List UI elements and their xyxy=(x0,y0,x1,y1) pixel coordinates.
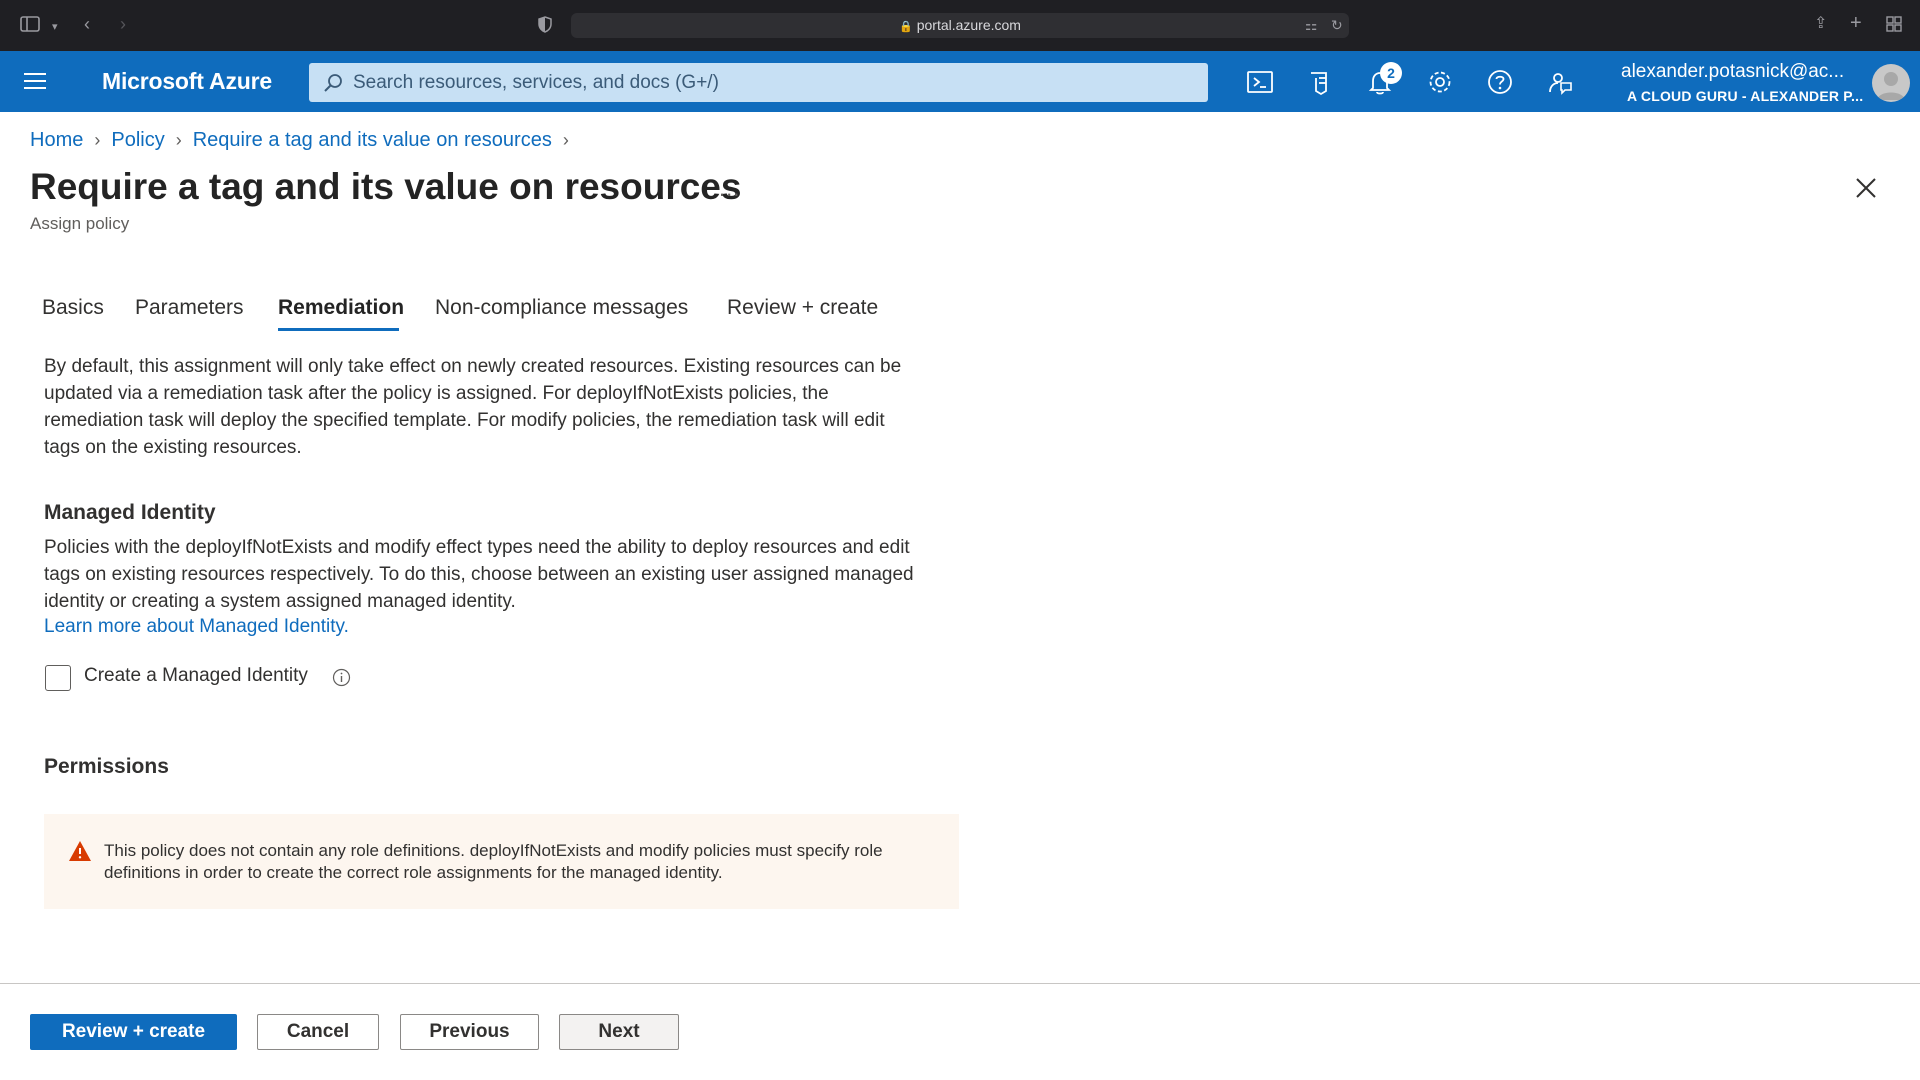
chevron-down-icon[interactable]: ▾ xyxy=(52,18,58,36)
notification-count-badge: 2 xyxy=(1380,62,1402,84)
remediation-intro: By default, this assignment will only ta… xyxy=(44,353,974,461)
previous-button[interactable]: Previous xyxy=(400,1014,539,1050)
create-managed-identity-checkbox[interactable] xyxy=(45,665,71,691)
warning-line: This policy does not contain any role de… xyxy=(104,841,883,860)
help-icon[interactable] xyxy=(1486,68,1514,96)
forward-icon[interactable]: › xyxy=(120,15,126,33)
search-placeholder: Search resources, services, and docs (G+… xyxy=(353,72,719,93)
learn-more-managed-identity-link[interactable]: Learn more about Managed Identity. xyxy=(44,616,349,638)
breadcrumb-home[interactable]: Home xyxy=(30,129,83,151)
page-title: Require a tag and its value on resources xyxy=(30,166,742,207)
tab-parameters[interactable]: Parameters xyxy=(135,296,244,320)
page-subtitle: Assign policy xyxy=(30,214,130,233)
breadcrumb-current[interactable]: Require a tag and its value on resources xyxy=(193,129,552,151)
search-icon xyxy=(324,74,342,92)
permissions-warning-banner: This policy does not contain any role de… xyxy=(44,814,959,909)
description-line: Policies with the deployIfNotExists and … xyxy=(44,537,910,558)
intro-line: tags on the existing resources. xyxy=(44,437,302,458)
permissions-heading: Permissions xyxy=(44,755,169,778)
back-icon[interactable]: ‹ xyxy=(84,15,90,33)
brand-title[interactable]: Microsoft Azure xyxy=(102,68,272,95)
intro-line: updated via a remediation task after the… xyxy=(44,383,829,404)
more-options-icon[interactable]: ... xyxy=(719,176,740,202)
reload-icon[interactable]: ↻ xyxy=(1331,16,1343,34)
tab-basics[interactable]: Basics xyxy=(42,296,104,320)
azure-header: Microsoft Azure Search resources, servic… xyxy=(0,51,1920,112)
settings-gear-icon[interactable] xyxy=(1426,68,1454,96)
address-bar[interactable]: 🔒 portal.azure.com xyxy=(571,13,1349,38)
managed-identity-heading: Managed Identity xyxy=(44,501,216,524)
close-icon[interactable] xyxy=(1854,176,1878,200)
search-input[interactable]: Search resources, services, and docs (G+… xyxy=(309,63,1208,102)
translate-icon[interactable]: ⚏ xyxy=(1305,16,1318,34)
cloud-shell-icon[interactable] xyxy=(1246,68,1274,96)
tab-non-compliance-messages[interactable]: Non-compliance messages xyxy=(435,296,688,320)
user-name[interactable]: alexander.potasnick@ac... xyxy=(1621,61,1844,83)
chevron-right-icon: › xyxy=(175,130,182,150)
managed-identity-description: Policies with the deployIfNotExists and … xyxy=(44,534,974,615)
new-tab-icon[interactable]: + xyxy=(1850,13,1862,33)
cancel-button[interactable]: Cancel xyxy=(257,1014,379,1050)
active-tab-indicator xyxy=(278,328,399,331)
url-text: portal.azure.com xyxy=(916,17,1021,33)
sidebar-toggle-icon[interactable] xyxy=(20,16,40,35)
tab-remediation[interactable]: Remediation xyxy=(278,296,404,320)
shield-icon[interactable] xyxy=(538,16,552,36)
next-button[interactable]: Next xyxy=(559,1014,679,1050)
tab-overview-icon[interactable] xyxy=(1886,16,1902,35)
breadcrumb: Home › Policy › Require a tag and its value … xyxy=(30,129,580,152)
info-icon[interactable] xyxy=(332,668,351,687)
warning-line: definitions in order to create the corre… xyxy=(104,863,723,882)
review-create-button[interactable]: Review + create xyxy=(30,1014,237,1050)
intro-line: remediation task will deploy the specifi… xyxy=(44,410,885,431)
warning-message: This policy does not contain any role de… xyxy=(104,840,934,884)
footer-divider xyxy=(0,983,1920,984)
share-icon[interactable]: ⇪ xyxy=(1814,15,1827,33)
tab-review-create[interactable]: Review + create xyxy=(727,296,878,320)
description-line: tags on existing resources respectively.… xyxy=(44,564,914,585)
avatar[interactable] xyxy=(1872,64,1910,102)
description-line: identity or creating a system assigned m… xyxy=(44,591,516,612)
directory-filter-icon[interactable] xyxy=(1306,68,1334,96)
warning-icon xyxy=(68,840,92,867)
create-managed-identity-label[interactable]: Create a Managed Identity xyxy=(84,665,308,687)
feedback-icon[interactable] xyxy=(1546,68,1574,96)
menu-icon[interactable] xyxy=(24,73,46,89)
chevron-right-icon: › xyxy=(94,130,101,150)
lock-icon: 🔒 xyxy=(899,21,913,33)
user-organization[interactable]: A CLOUD GURU - ALEXANDER P... xyxy=(1627,88,1863,104)
breadcrumb-policy[interactable]: Policy xyxy=(111,129,164,151)
intro-line: By default, this assignment will only ta… xyxy=(44,356,902,377)
browser-toolbar: ▾ ‹ › 🔒 portal.azure.com ⚏ ↻ ⇪ + xyxy=(0,0,1920,51)
chevron-right-icon: › xyxy=(562,130,569,150)
